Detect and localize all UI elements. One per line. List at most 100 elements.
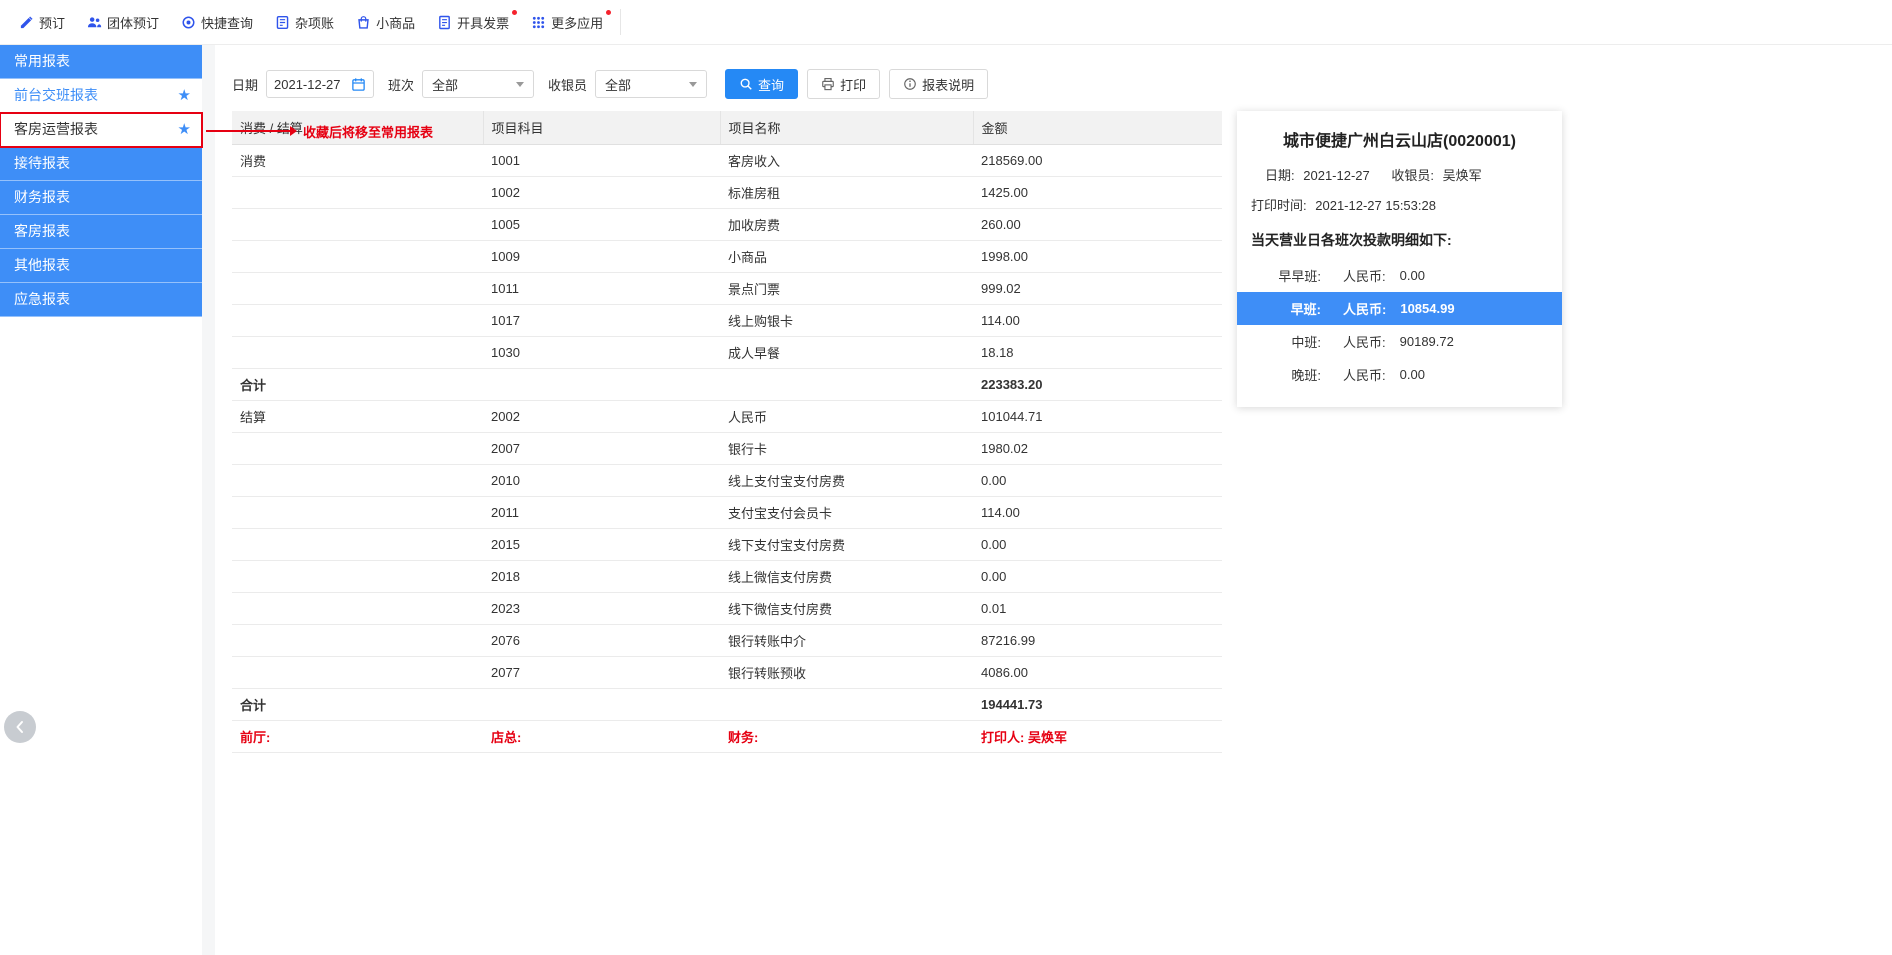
- signature-cell: 财务:: [720, 720, 973, 753]
- currency-label: 人民币:: [1343, 269, 1386, 284]
- sidebar-item[interactable]: 常用报表: [0, 45, 202, 79]
- report-info-button[interactable]: 报表说明: [889, 69, 989, 99]
- group-cell: [232, 560, 483, 593]
- topbar-item-label: 更多应用: [551, 15, 604, 31]
- topbar-item-label: 小商品: [376, 15, 416, 31]
- table-row[interactable]: 2015 线下支付宝支付房费 0.00: [232, 528, 1222, 561]
- table-row[interactable]: 2010 线上支付宝支付房费 0.00: [232, 464, 1222, 497]
- summary-print-time-row: 打印时间: 2021-12-27 15:53:28: [1237, 195, 1562, 214]
- signature-row: 前厅: 店总: 财务: 打印人: 吴焕军: [232, 720, 1222, 753]
- group-cell: [232, 336, 483, 369]
- shift-list: 早早班: 人民币: 0.00 早班: 人民币: 10854.99 中班: 人民币: 90189.…: [1237, 259, 1562, 391]
- sidebar-item[interactable]: 客房报表: [0, 215, 202, 249]
- amount-cell: 18.18: [973, 336, 1222, 369]
- table-row[interactable]: 1030 成人早餐 18.18: [232, 336, 1222, 369]
- group-cell: 结算: [232, 400, 483, 433]
- shift-summary-panel: 城市便捷广州白云山店(0020001) 日期: 2021-12-27 收银员: …: [1237, 111, 1562, 407]
- print-button[interactable]: 打印: [807, 69, 881, 99]
- topbar-item-ledger[interactable]: 杂项账: [264, 0, 345, 45]
- date-input[interactable]: [274, 76, 349, 92]
- group-icon: [87, 15, 102, 30]
- info-icon: [903, 77, 917, 91]
- star-icon[interactable]: ★: [178, 79, 191, 112]
- sidebar-item[interactable]: 其他报表: [0, 249, 202, 283]
- sidebar-item[interactable]: 客房运营报表 ★: [0, 112, 203, 148]
- table-row[interactable]: 消费 1001 客房收入 218569.00: [232, 144, 1222, 177]
- name-cell: 景点门票: [720, 272, 973, 305]
- table-row[interactable]: 合计 194441.73: [232, 688, 1222, 721]
- table-row[interactable]: 1017 线上购银卡 114.00: [232, 304, 1222, 337]
- topbar-item-invoice[interactable]: 开具发票: [426, 0, 520, 45]
- group-cell: [232, 208, 483, 241]
- chevron-down-icon: [516, 81, 525, 87]
- amount-cell: 0.01: [973, 592, 1222, 625]
- sidebar-item[interactable]: 接待报表: [0, 147, 202, 181]
- code-cell: 2077: [483, 656, 720, 689]
- sidebar-item-label: 客房运营报表: [14, 121, 98, 137]
- code-cell: 2007: [483, 432, 720, 465]
- currency-label: 人民币:: [1343, 335, 1386, 350]
- sidebar-item-label: 客房报表: [14, 223, 70, 239]
- group-cell: 消费: [232, 144, 483, 177]
- code-cell: 2010: [483, 464, 720, 497]
- apps-grid-icon: [531, 15, 546, 30]
- shift-row[interactable]: 晚班: 人民币: 0.00: [1237, 358, 1562, 391]
- shift-name: 中班:: [1291, 335, 1321, 350]
- topbar-item-apps-grid[interactable]: 更多应用: [520, 0, 614, 45]
- table-row[interactable]: 1005 加收房费 260.00: [232, 208, 1222, 241]
- table-row[interactable]: 2018 线上微信支付房费 0.00: [232, 560, 1222, 593]
- shift-select[interactable]: 全部: [422, 70, 535, 98]
- topbar-item-pencil[interactable]: 预订: [8, 0, 76, 45]
- code-cell: [483, 688, 720, 721]
- sidebar-item-label: 应急报表: [14, 291, 70, 307]
- sidebar-item-label: 常用报表: [14, 53, 70, 69]
- shift-row[interactable]: 中班: 人民币: 90189.72: [1237, 325, 1562, 358]
- code-cell: 1001: [483, 144, 720, 177]
- group-cell: [232, 304, 483, 337]
- shift-row[interactable]: 早班: 人民币: 10854.99: [1237, 292, 1562, 325]
- date-label: 日期: [232, 77, 259, 93]
- pencil-icon: [19, 15, 34, 30]
- page: 预订 团体预订 快捷查询 杂项账 小商品 开具发票 更多应用 常用报表 前台交班报表 ★ 客房运营…: [0, 0, 1892, 955]
- shift-row[interactable]: 早早班: 人民币: 0.00: [1237, 259, 1562, 292]
- amount-cell: 0.00: [973, 528, 1222, 561]
- table-row[interactable]: 2076 银行转账中介 87216.99: [232, 624, 1222, 657]
- summary-date-label: 日期:: [1265, 168, 1295, 183]
- topbar-item-target[interactable]: 快捷查询: [170, 0, 264, 45]
- sidebar-item[interactable]: 前台交班报表 ★: [0, 79, 202, 113]
- notification-dot-icon: [606, 9, 612, 15]
- date-picker[interactable]: [266, 70, 375, 98]
- sidebar-item[interactable]: 财务报表: [0, 181, 202, 215]
- table-row[interactable]: 2011 支付宝支付会员卡 114.00: [232, 496, 1222, 529]
- currency-label: 人民币:: [1343, 302, 1387, 317]
- topbar-item-label: 开具发票: [457, 15, 510, 31]
- collapse-sidebar-button[interactable]: [4, 711, 36, 743]
- code-cell: 2076: [483, 624, 720, 657]
- name-cell: 银行卡: [720, 432, 973, 465]
- chevron-down-icon: [689, 81, 698, 87]
- star-icon[interactable]: ★: [178, 113, 191, 146]
- cashier-select[interactable]: 全部: [595, 70, 708, 98]
- code-cell: 1017: [483, 304, 720, 337]
- calendar-icon[interactable]: [351, 77, 366, 92]
- table-row[interactable]: 2023 线下微信支付房费 0.01: [232, 592, 1222, 625]
- topbar-item-bag[interactable]: 小商品: [345, 0, 426, 45]
- amount-cell: 1998.00: [973, 240, 1222, 273]
- table-row[interactable]: 2007 银行卡 1980.02: [232, 432, 1222, 465]
- column-header: 消费 / 结算: [232, 111, 484, 145]
- table-row[interactable]: 1009 小商品 1998.00: [232, 240, 1222, 273]
- table-row[interactable]: 合计 223383.20: [232, 368, 1222, 401]
- table-row[interactable]: 1011 景点门票 999.02: [232, 272, 1222, 305]
- table-row[interactable]: 1002 标准房租 1425.00: [232, 176, 1222, 209]
- shift-label: 班次: [388, 77, 415, 93]
- topbar-item-label: 杂项账: [295, 15, 335, 31]
- query-button[interactable]: 查询: [725, 69, 799, 99]
- report-sidebar: 常用报表 前台交班报表 ★ 客房运营报表 ★ 接待报表 财务报表 客房报表 其他报表 应急报表: [0, 45, 203, 955]
- sidebar-item[interactable]: 应急报表: [0, 283, 202, 317]
- group-cell: [232, 240, 483, 273]
- group-cell: [232, 272, 483, 305]
- topbar-item-group[interactable]: 团体预订: [76, 0, 170, 45]
- table-row[interactable]: 结算 2002 人民币 101044.71: [232, 400, 1222, 433]
- shift-amount: 0.00: [1399, 268, 1425, 283]
- table-row[interactable]: 2077 银行转账预收 4086.00: [232, 656, 1222, 689]
